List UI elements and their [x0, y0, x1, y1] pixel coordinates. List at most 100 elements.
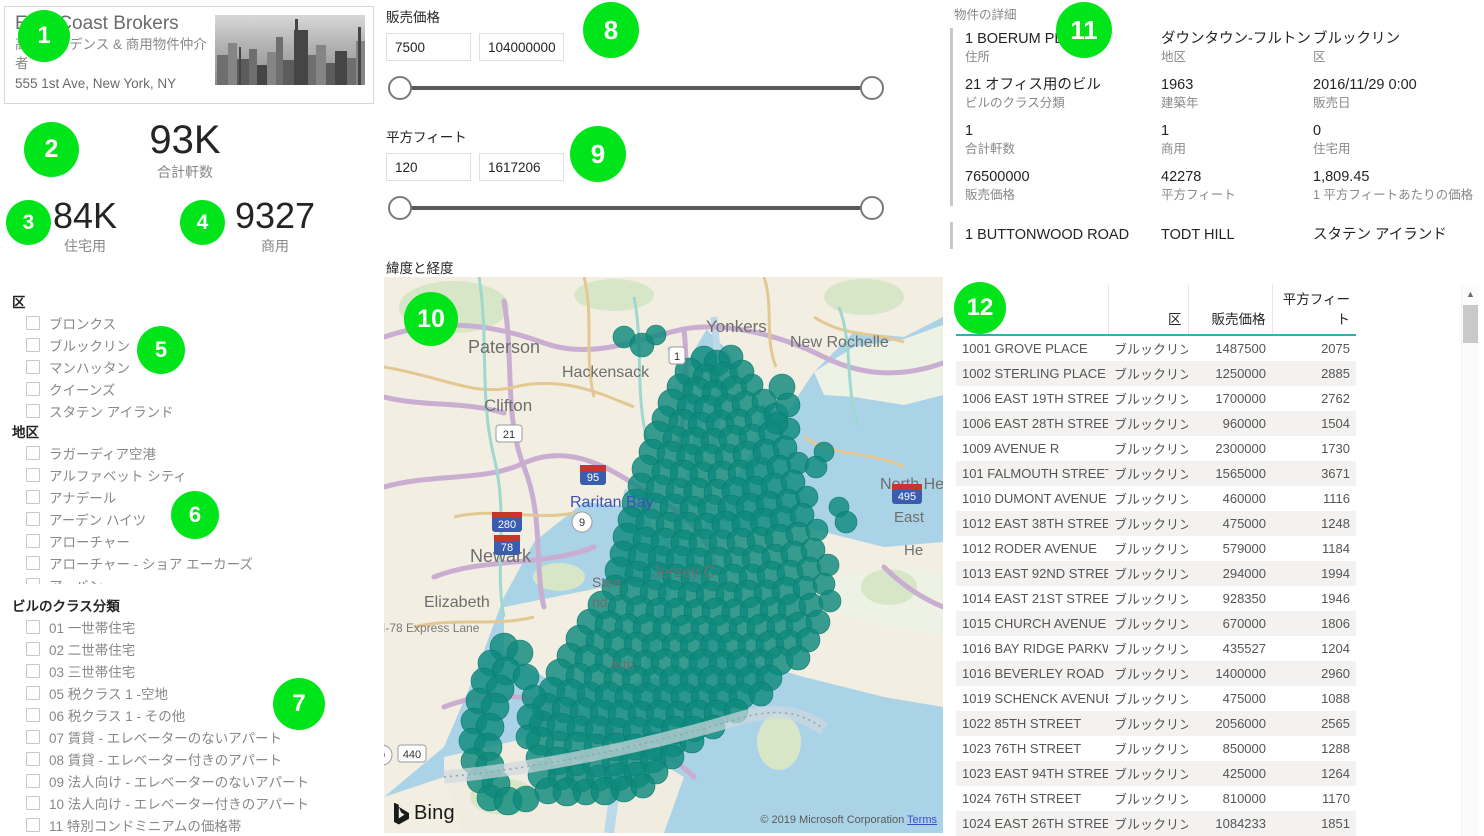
- checkbox-icon[interactable]: [26, 382, 40, 396]
- sale-price-slider[interactable]: [386, 70, 886, 106]
- checkbox-icon[interactable]: [26, 468, 40, 482]
- table-row[interactable]: 1022 85TH STREETブルックリン20560002565: [956, 711, 1356, 736]
- slicer-item-building-class[interactable]: 08 賃貸 - エレベーター付きのアパート: [12, 748, 382, 770]
- map-terms-link[interactable]: Terms: [907, 814, 937, 826]
- property-detail-row[interactable]: 1 BOERUM PLACE 住所 ダウンタウン-フルトン 地区 ブルックリン …: [950, 28, 1482, 206]
- table-row[interactable]: 1012 EAST 38TH STREETブルックリン4750001248: [956, 511, 1356, 536]
- slider-handle-max[interactable]: [860, 76, 884, 100]
- checkbox-icon[interactable]: [26, 404, 40, 418]
- slicer-item-district[interactable]: アローチャー - ショア エーカーズ: [12, 552, 372, 574]
- slicer-item-building-class[interactable]: 09 法人向け - エレベーターのないアパート: [12, 770, 382, 792]
- table-row[interactable]: 1006 EAST 28TH STREETブルックリン9600001504: [956, 411, 1356, 436]
- detail-field: 1 商用: [1161, 122, 1313, 158]
- slicer-item-label: 11 特別コンドミニアムの価格帯: [49, 815, 241, 835]
- table-row[interactable]: 1024 EAST 26TH STREETブルックリン10842331851: [956, 811, 1356, 836]
- square-feet-max-input[interactable]: [479, 153, 564, 181]
- checkbox-icon[interactable]: [26, 818, 40, 832]
- table-scrollbar[interactable]: ▲: [1461, 285, 1479, 836]
- table-row[interactable]: 1014 EAST 21ST STREETブルックリン9283501946: [956, 586, 1356, 611]
- slicer-item-district[interactable]: アーバン: [12, 574, 372, 584]
- table-row[interactable]: 1016 BEVERLEY ROADブルックリン14000002960: [956, 661, 1356, 686]
- slicer-item-building-class[interactable]: 11 特別コンドミニアムの価格帯: [12, 814, 382, 836]
- slicer-item-building-class[interactable]: 01 一世帯住宅: [12, 616, 382, 638]
- checkbox-icon[interactable]: [26, 708, 40, 722]
- checkbox-icon[interactable]: [26, 316, 40, 330]
- slicer-item-borough[interactable]: マンハッタン: [12, 356, 372, 378]
- slicer-item-borough[interactable]: スタテン アイランド: [12, 400, 372, 422]
- annotation-badge-6: 6: [171, 491, 219, 539]
- slicer-item-label: ブルックリン: [49, 335, 130, 355]
- column-header-sale-price[interactable]: 販売価格: [1188, 284, 1272, 335]
- checkbox-icon[interactable]: [26, 512, 40, 526]
- range-sale-price-label: 販売価格: [386, 8, 906, 28]
- table-row[interactable]: 101 FALMOUTH STREETブルックリン15650003671: [956, 461, 1356, 486]
- slicer-item-building-class[interactable]: 03 三世帯住宅: [12, 660, 382, 682]
- scrollbar-thumb[interactable]: [1463, 305, 1478, 343]
- slicer-item-building-class[interactable]: 07 賃貸 - エレベーターのないアパート: [12, 726, 382, 748]
- bing-logo[interactable]: Bing: [394, 802, 455, 825]
- svg-text:Clifton: Clifton: [484, 396, 532, 415]
- table-row[interactable]: 1019 SCHENCK AVENUEブルックリン4750001088: [956, 686, 1356, 711]
- square-feet-slider[interactable]: [386, 190, 886, 226]
- checkbox-icon[interactable]: [26, 446, 40, 460]
- slicer-item-building-class[interactable]: 06 税クラス 1 - その他: [12, 704, 382, 726]
- table-row[interactable]: 1009 AVENUE Rブルックリン23000001730: [956, 436, 1356, 461]
- checkbox-icon[interactable]: [26, 490, 40, 504]
- slicer-item-building-class[interactable]: 10 法人向け - エレベーター付きのアパート: [12, 792, 382, 814]
- checkbox-icon[interactable]: [26, 664, 40, 678]
- sale-price-min-input[interactable]: [386, 33, 471, 61]
- slider-handle-min[interactable]: [388, 76, 412, 100]
- square-feet-min-input[interactable]: [386, 153, 471, 181]
- table-body: 1001 GROVE PLACEブルックリン148750020751002 ST…: [956, 335, 1356, 836]
- slicer-item-borough[interactable]: ブルックリン: [12, 334, 372, 356]
- checkbox-icon[interactable]: [26, 730, 40, 744]
- checkbox-icon[interactable]: [26, 534, 40, 548]
- scroll-up-icon[interactable]: ▲: [1462, 285, 1479, 302]
- table-row[interactable]: 1023 76TH STREETブルックリン8500001288: [956, 736, 1356, 761]
- cell-sale-price: 670000: [1188, 611, 1272, 636]
- table-row[interactable]: 1023 EAST 94TH STREETブルックリン4250001264: [956, 761, 1356, 786]
- map-visual[interactable]: Paterson Hackensack Clifton Yonkers New …: [384, 277, 943, 833]
- table-row[interactable]: 1015 CHURCH AVENUEブルックリン6700001806: [956, 611, 1356, 636]
- annotation-badge-4: 4: [180, 200, 225, 245]
- column-header-square-feet[interactable]: 平方フィート: [1272, 284, 1356, 335]
- slicer-item-borough[interactable]: クイーンズ: [12, 378, 372, 400]
- table-row[interactable]: 1016 BAY RIDGE PARKWAYブルックリン4355271204: [956, 636, 1356, 661]
- slicer-item-label: クイーンズ: [49, 379, 116, 399]
- cell-sale-price: 1250000: [1188, 361, 1272, 386]
- slicer-item-borough[interactable]: ブロンクス: [12, 312, 372, 334]
- checkbox-icon[interactable]: [26, 796, 40, 810]
- table-row[interactable]: 1002 STERLING PLACEブルックリン12500002885: [956, 361, 1356, 386]
- table-row[interactable]: 1001 GROVE PLACEブルックリン14875002075: [956, 335, 1356, 361]
- checkbox-icon[interactable]: [26, 752, 40, 766]
- checkbox-icon[interactable]: [26, 578, 40, 584]
- checkbox-icon[interactable]: [26, 360, 40, 374]
- slicer-item-building-class[interactable]: 05 税クラス 1 -空地: [12, 682, 382, 704]
- checkbox-icon[interactable]: [26, 642, 40, 656]
- annotation-badge-3: 3: [6, 200, 51, 245]
- table-row[interactable]: 1006 EAST 19TH STREETブルックリン17000002762: [956, 386, 1356, 411]
- slicer-item-district[interactable]: アルファベット シティ: [12, 464, 372, 486]
- checkbox-icon[interactable]: [26, 686, 40, 700]
- slider-handle-min[interactable]: [388, 196, 412, 220]
- cell-address: 1006 EAST 28TH STREET: [956, 411, 1108, 436]
- property-detail-row[interactable]: 1 BUTTONWOOD ROAD TODT HILL スタテン アイランド: [950, 222, 1482, 249]
- checkbox-icon[interactable]: [26, 338, 40, 352]
- cell-sale-price: 1487500: [1188, 335, 1272, 361]
- cell-square-feet: 1504: [1272, 411, 1356, 436]
- checkbox-icon[interactable]: [26, 620, 40, 634]
- table-row[interactable]: 1012 RODER AVENUEブルックリン5790001184: [956, 536, 1356, 561]
- column-header-borough[interactable]: 区: [1108, 284, 1188, 335]
- sale-price-max-input[interactable]: [479, 33, 564, 61]
- slicer-item-building-class[interactable]: 02 二世帯住宅: [12, 638, 382, 660]
- table-row[interactable]: 1013 EAST 92ND STREETブルックリン2940001994: [956, 561, 1356, 586]
- slicer-item-district[interactable]: ラガーディア空港: [12, 442, 372, 464]
- table-row[interactable]: 1010 DUMONT AVENUEブルックリン4600001116: [956, 486, 1356, 511]
- svg-text:Arth: Arth: [610, 657, 634, 672]
- table-row[interactable]: 1024 76TH STREETブルックリン8100001170: [956, 786, 1356, 811]
- detail-value: 2016/11/29 0:00: [1313, 76, 1482, 95]
- slider-handle-max[interactable]: [860, 196, 884, 220]
- property-table[interactable]: 区 販売価格 平方フィート 1001 GROVE PLACEブルックリン1487…: [956, 284, 1356, 836]
- checkbox-icon[interactable]: [26, 556, 40, 570]
- checkbox-icon[interactable]: [26, 774, 40, 788]
